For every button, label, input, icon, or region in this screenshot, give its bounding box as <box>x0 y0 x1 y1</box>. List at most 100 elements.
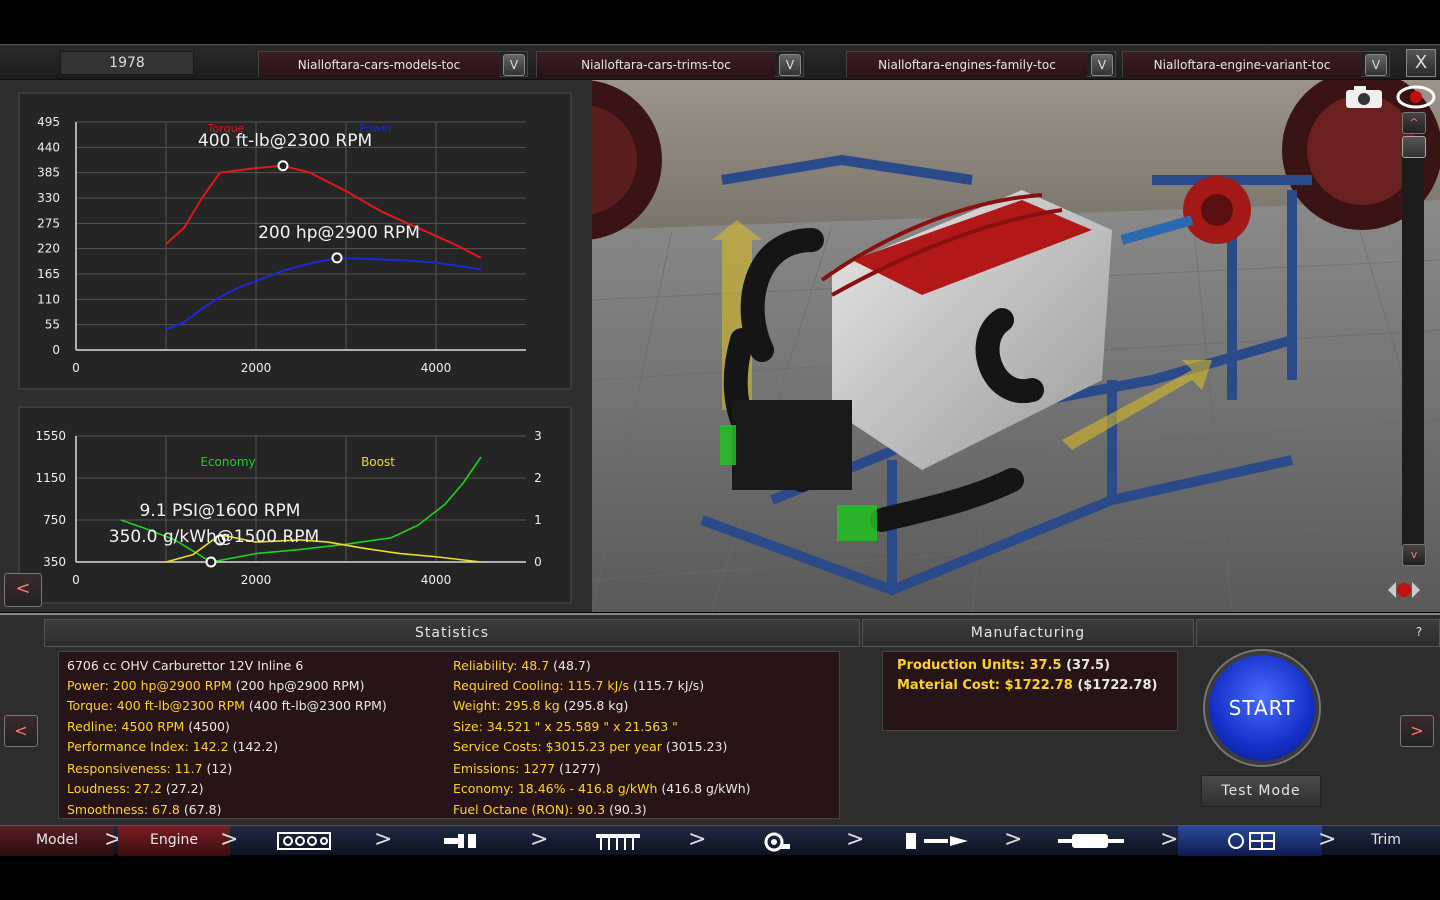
engine-variant-dropdown[interactable]: Nialloftara-engine-variant-toc V <box>1122 51 1390 78</box>
nav-tune-tab[interactable] <box>1178 826 1322 856</box>
nav-engine[interactable]: Engine <box>118 826 230 856</box>
next-button[interactable]: > <box>1400 715 1434 747</box>
y-tick-label-left: 750 <box>43 513 66 527</box>
x-tick-label: 2000 <box>241 573 272 587</box>
heads-icon[interactable] <box>594 830 642 852</box>
reset-view-icon[interactable] <box>1384 576 1424 604</box>
exhaust-icon[interactable] <box>1056 830 1126 852</box>
tune-icon <box>1228 832 1275 850</box>
chevron-right-icon: > <box>220 827 239 852</box>
chevron-right-icon: > <box>530 827 549 852</box>
torque-power-chart: 0551101652202753303854404950 2000 4000Torq… <box>37 115 526 375</box>
test-mode-button[interactable]: Test Mode <box>1201 775 1321 807</box>
fuel-icon[interactable] <box>902 830 972 852</box>
stat-engine-desc: 6706 cc OHV Carburettor 12V Inline 6 <box>67 658 304 673</box>
nav-model[interactable]: Model <box>0 826 114 856</box>
scroll-thumb[interactable] <box>1402 136 1426 158</box>
series-line-torque <box>165 164 482 259</box>
help-button[interactable]: ? <box>1408 621 1430 643</box>
collapse-graphs-button[interactable]: < <box>4 573 42 607</box>
chevron-down-icon[interactable]: V <box>1365 54 1387 76</box>
x-tick-label: 0 <box>72 361 80 375</box>
stat-reliability: Reliability: 48.7 (48.7) <box>453 658 591 673</box>
peak-annotation: 200 hp@2900 RPM <box>258 223 420 243</box>
stat-size: Size: 34.521 " x 25.589 " x 21.563 " <box>453 719 678 734</box>
y-tick-label: 330 <box>37 191 60 205</box>
engine-variant-dropdown-label: Nialloftara-engine-variant-toc <box>1123 52 1361 78</box>
engine-3d-view[interactable]: ^ v <box>592 80 1440 612</box>
stat-performance-index: Performance Index: 142.2 (142.2) <box>67 739 279 754</box>
y-tick-label: 55 <box>45 318 60 332</box>
peak-marker <box>205 556 217 568</box>
engine-scene <box>592 80 1440 612</box>
engine-family-dropdown-label: Nialloftara-engines-family-toc <box>847 52 1087 78</box>
stat-power: Power: 200 hp@2900 RPM (200 hp@2900 RPM) <box>67 678 365 693</box>
legend-economy: Economy <box>200 455 255 469</box>
chevron-right-icon: > <box>846 827 865 852</box>
model-dropdown-label: Nialloftara-cars-models-toc <box>259 52 499 78</box>
torque-power-graph: 0 55 110 165 220 275 330 385 440 495 0 2000 4000 Torq… <box>18 92 572 390</box>
peak-marker <box>277 160 289 172</box>
block-icon[interactable] <box>276 830 332 852</box>
y-tick-label-left: 1150 <box>35 471 66 485</box>
chevron-right-icon: > <box>1318 827 1337 852</box>
peak-annotation: 350.0 g/kWh@1500 RPM <box>109 527 319 547</box>
y-tick-label-left: 1550 <box>35 429 66 443</box>
stat-weight: Weight: 295.8 kg (295.8 kg) <box>453 698 629 713</box>
stat-economy: Economy: 18.46% - 416.8 g/kWh (416.8 g/k… <box>453 781 751 796</box>
start-button[interactable]: START <box>1205 651 1319 765</box>
stat-emissions: Emissions: 1277 (1277) <box>453 761 601 776</box>
scroll-up-button[interactable]: ^ <box>1402 112 1426 134</box>
trim-dropdown-label: Nialloftara-cars-trims-toc <box>537 52 775 78</box>
stat-redline: Redline: 4500 RPM (4500) <box>67 719 230 734</box>
peak-annotation: 400 ft-lb@2300 RPM <box>198 131 372 151</box>
turbo-icon[interactable] <box>760 830 792 852</box>
statistics-header: Statistics <box>44 619 860 647</box>
legend-boost: Boost <box>361 455 395 469</box>
stat-torque: Torque: 400 ft-lb@2300 RPM (400 ft-lb@23… <box>67 698 387 713</box>
y-tick-label: 385 <box>37 166 60 180</box>
stat-service-costs: Service Costs: $3015.23 per year (3015.2… <box>453 739 728 754</box>
stat-responsiveness: Responsiveness: 11.7 (12) <box>67 761 233 776</box>
crank-icon[interactable] <box>442 830 480 852</box>
close-button[interactable]: X <box>1406 49 1436 77</box>
series-line-power <box>165 256 482 331</box>
chevron-right-icon: > <box>374 827 393 852</box>
scroll-down-button[interactable]: v <box>1402 544 1426 566</box>
y-tick-label: 0 <box>52 343 60 357</box>
nav-trim[interactable]: Trim <box>1334 826 1438 856</box>
eye-icon[interactable] <box>1396 84 1436 110</box>
camera-icon[interactable] <box>1344 84 1384 110</box>
trim-dropdown[interactable]: Nialloftara-cars-trims-toc V <box>536 51 804 78</box>
y-tick-label: 165 <box>37 267 60 281</box>
chevron-right-icon: > <box>688 827 707 852</box>
chevron-down-icon[interactable]: V <box>779 54 801 76</box>
y-tick-label-right: 2 <box>534 471 542 485</box>
economy-boost-graph: 350 750 1150 1550 0 1 2 3 0 2000 4000 Economy Boost 9… <box>18 406 572 604</box>
model-dropdown[interactable]: Nialloftara-cars-models-toc V <box>258 51 528 78</box>
chevron-right-icon: > <box>1004 827 1023 852</box>
x-tick-label: 0 <box>72 573 80 587</box>
chevron-down-icon[interactable]: V <box>1091 54 1113 76</box>
stat-fuel-octane: Fuel Octane (RON): 90.3 (90.3) <box>453 802 647 817</box>
y-tick-label-right: 0 <box>534 555 542 569</box>
peak-annotation: 9.1 PSI@1600 RPM <box>140 501 301 521</box>
y-tick-label: 440 <box>37 140 60 154</box>
stat-loudness: Loudness: 27.2 (27.2) <box>67 781 204 796</box>
chevron-right-icon: > <box>1160 827 1179 852</box>
y-tick-label-right: 3 <box>534 429 542 443</box>
previous-button[interactable]: < <box>4 715 38 747</box>
designer-nav-bar: Model > Engine > > > > > > > > Trim <box>0 825 1440 856</box>
manufacturing-header: Manufacturing <box>862 619 1194 647</box>
zoom-scrollbar[interactable] <box>1402 144 1424 564</box>
y-tick-label-left: 350 <box>43 555 66 569</box>
actions-header <box>1196 619 1440 647</box>
year-selector[interactable]: 1978 <box>60 51 194 75</box>
production-units: Production Units: 37.5 (37.5) <box>897 658 1111 673</box>
x-tick-label: 4000 <box>421 573 452 587</box>
y-tick-label: 275 <box>37 216 60 230</box>
peak-marker <box>331 252 343 264</box>
economy-boost-chart: 350 750 1150 1550 0 1 2 3 0 2000 4000 Economy Boost 9… <box>35 429 542 587</box>
chevron-down-icon[interactable]: V <box>503 54 525 76</box>
engine-family-dropdown[interactable]: Nialloftara-engines-family-toc V <box>846 51 1116 78</box>
